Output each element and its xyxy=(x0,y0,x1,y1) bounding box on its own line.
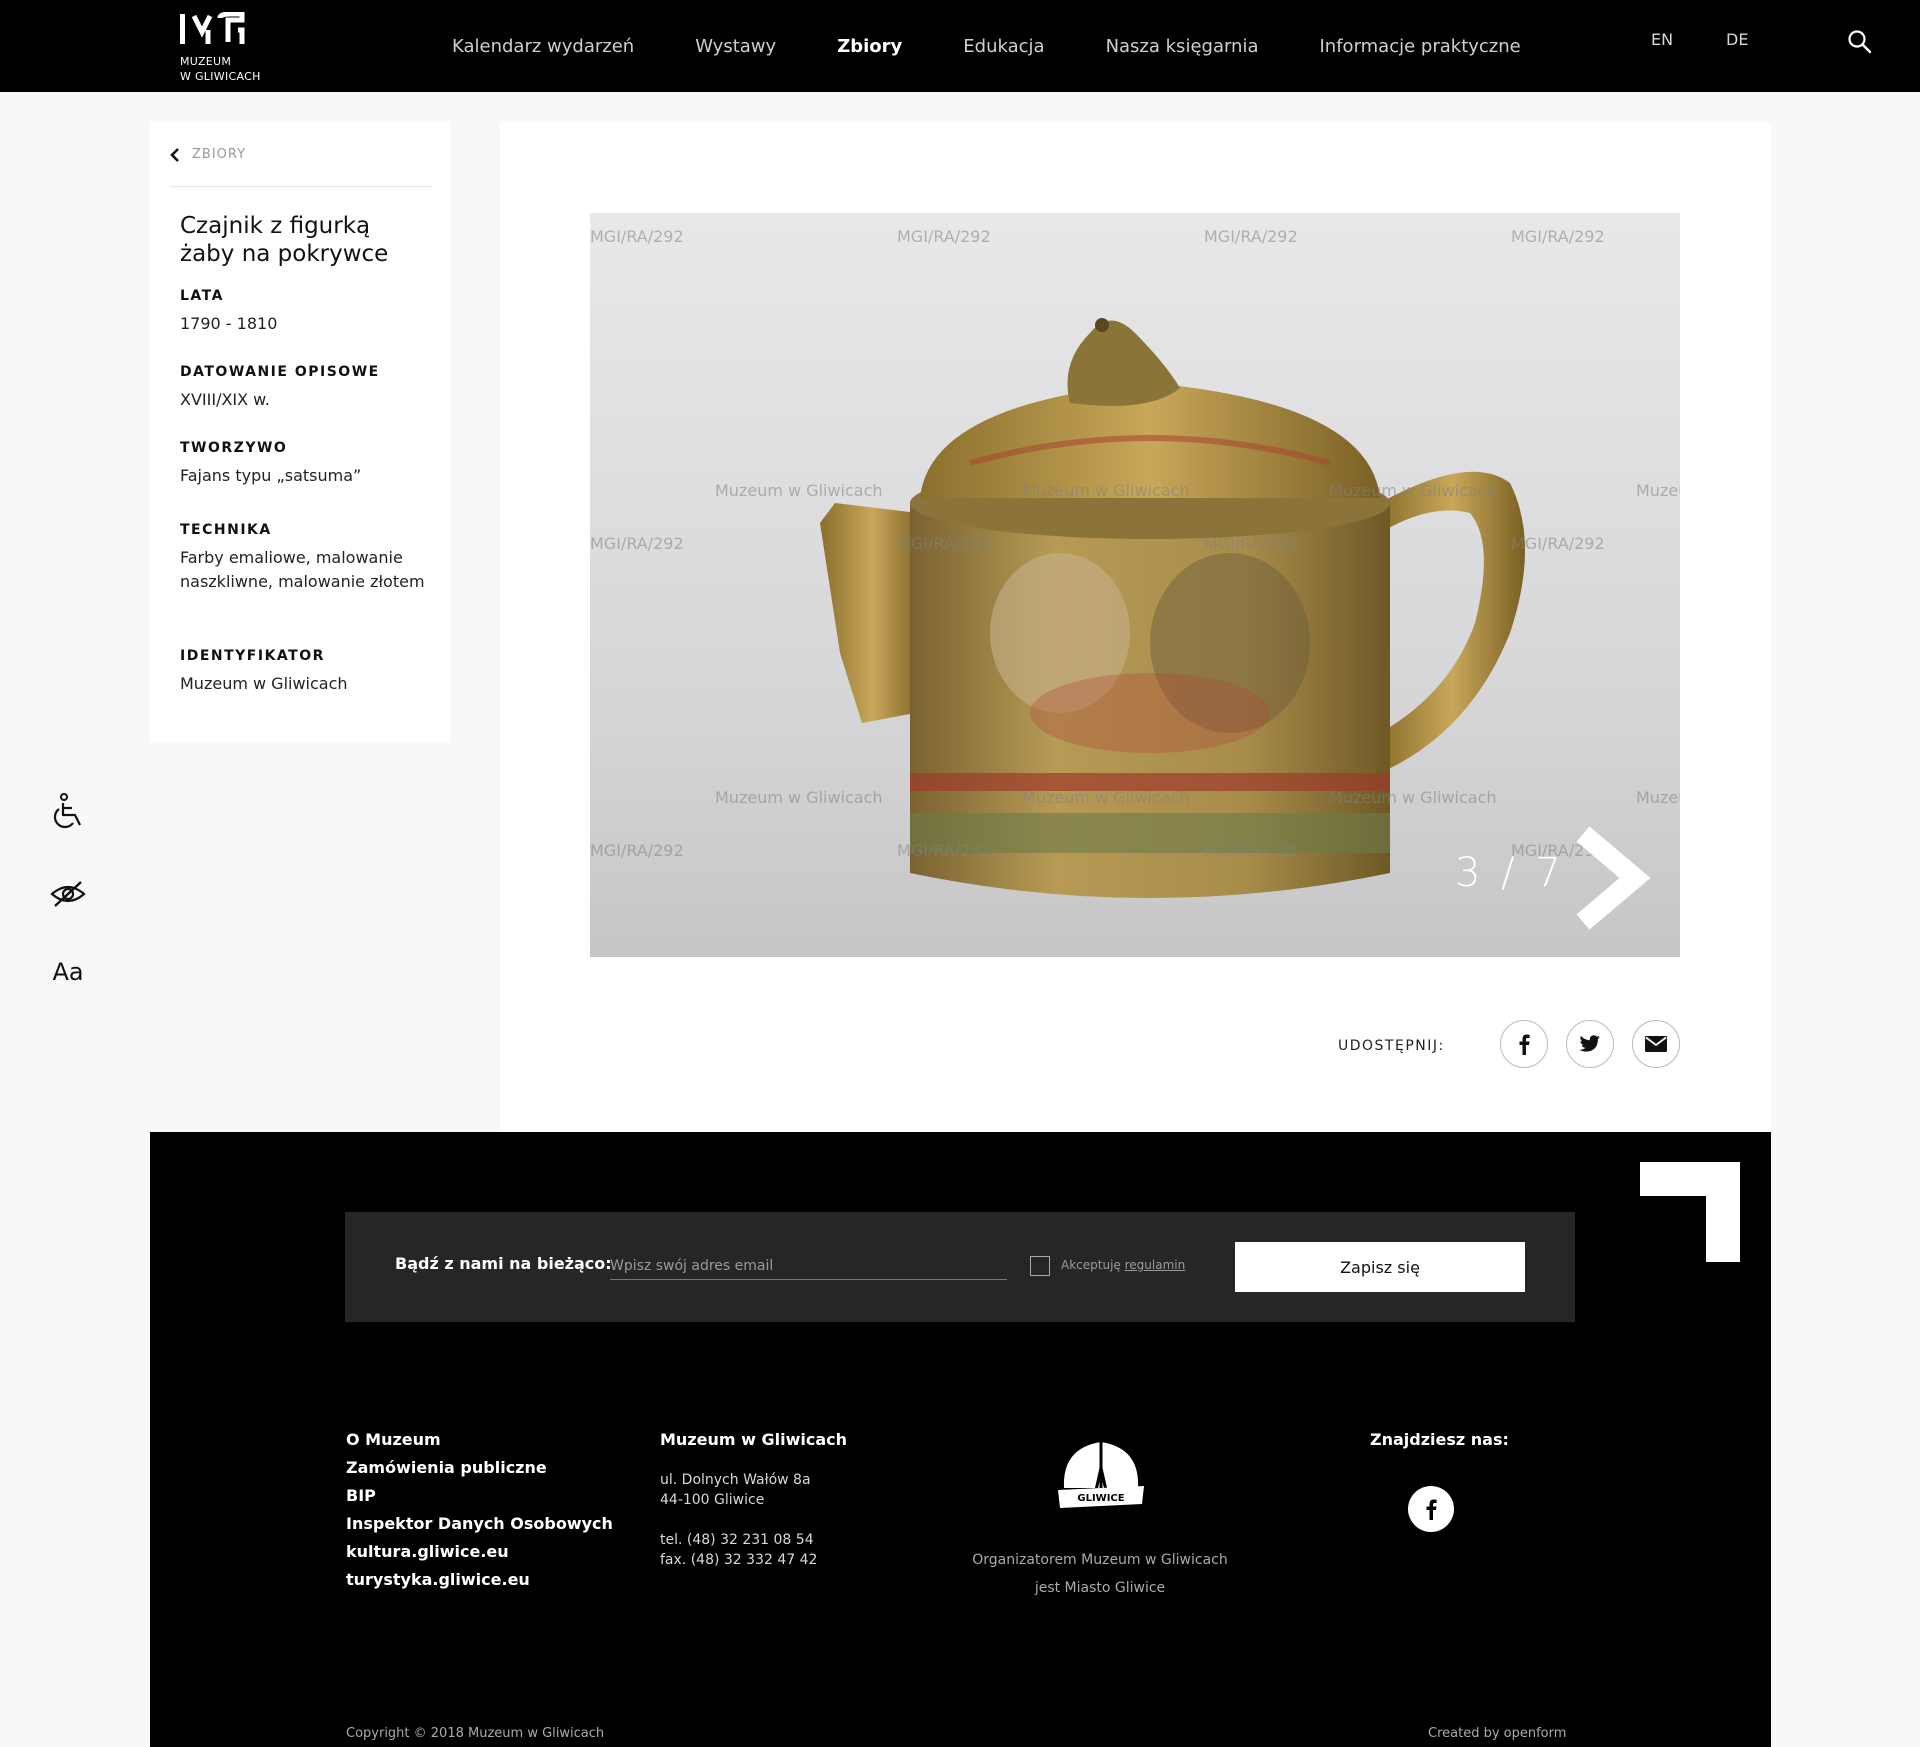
footer-phone: tel. (48) 32 231 08 54 xyxy=(660,1532,814,1548)
watermark: MGI/RA/292 xyxy=(1204,227,1298,246)
footer-link-turystyka[interactable]: turystyka.gliwice.eu xyxy=(346,1566,613,1594)
newsletter-label: Bądź z nami na bieżąco: xyxy=(395,1254,612,1273)
font-size-label: Aa xyxy=(52,958,84,986)
gliwice-city-logo[interactable]: GLIWICE xyxy=(1054,1428,1148,1522)
footer-fax: fax. (48) 32 332 47 42 xyxy=(660,1552,818,1568)
watermark: MGI/RA/292 xyxy=(1511,227,1605,246)
footer-link-bip[interactable]: BIP xyxy=(346,1482,613,1510)
footer-link-data-protection[interactable]: Inspektor Danych Osobowych xyxy=(346,1510,613,1538)
gliwice-logo-text: GLIWICE xyxy=(1077,1493,1124,1504)
nav-item-exhibitions[interactable]: Wystawy xyxy=(695,36,776,57)
meta-label: TWORZYWO xyxy=(180,440,288,456)
meta-identifier: IDENTYFIKATOR Muzeum w Gliwicach xyxy=(180,648,430,696)
back-label: ZBIORY xyxy=(192,147,247,162)
lang-en-link[interactable]: EN xyxy=(1651,30,1673,49)
share-email-button[interactable] xyxy=(1632,1020,1680,1068)
share-twitter-button[interactable] xyxy=(1566,1020,1614,1068)
watermark: Muzeum w Gliwicach xyxy=(1022,788,1190,807)
terms-link[interactable]: regulamin xyxy=(1125,1258,1186,1272)
nav-item-calendar[interactable]: Kalendarz wydarzeń xyxy=(452,36,634,57)
object-title: Czajnik z figurką żaby na pokrywce xyxy=(180,213,389,267)
accessibility-font-size-button[interactable]: Aa xyxy=(42,946,94,998)
watermark: MGI/RA/292 xyxy=(1204,534,1298,553)
meta-value: Farby emaliowe, malowanie naszkliwne, ma… xyxy=(180,548,425,591)
facebook-icon xyxy=(1426,1499,1437,1520)
footer-link-kultura[interactable]: kultura.gliwice.eu xyxy=(346,1538,613,1566)
footer-address: ul. Dolnych Wałów 8a 44-100 Gliwice xyxy=(660,1472,811,1508)
nav-item-education[interactable]: Edukacja xyxy=(963,36,1044,57)
watermark: MGI/RA/292 xyxy=(897,227,991,246)
watermark: Muzeum w Gliwicach xyxy=(715,788,883,807)
footer-copyright: Copyright © 2018 Muzeum w Gliwicach xyxy=(346,1726,605,1741)
site-header: MUZEUM W GLIWICACH Kalendarz wydarzeń Wy… xyxy=(0,0,1920,92)
lang-de-link[interactable]: DE xyxy=(1726,30,1748,49)
object-info-card: ZBIORY Czajnik z figurką żaby na pokrywc… xyxy=(150,122,450,742)
meta-material: TWORZYWO Fajans typu „satsuma” xyxy=(180,440,430,488)
nav-item-practical-info[interactable]: Informacje praktyczne xyxy=(1320,36,1521,57)
newsletter-submit-button[interactable]: Zapisz się xyxy=(1235,1242,1525,1292)
corner-mark-icon xyxy=(1640,1162,1740,1262)
footer-link-about[interactable]: O Muzeum xyxy=(346,1426,613,1454)
main-nav: Kalendarz wydarzeń Wystawy Zbiory Edukac… xyxy=(452,0,1582,92)
accessibility-contrast-button[interactable] xyxy=(42,868,94,920)
wheelchair-icon xyxy=(53,793,81,829)
watermark: MGI/RA/292 xyxy=(590,534,684,553)
watermark: MGI/RA/292 xyxy=(897,534,991,553)
eye-slash-icon xyxy=(50,881,86,907)
facebook-icon xyxy=(1519,1034,1530,1055)
meta-label: LATA xyxy=(180,288,224,304)
search-icon[interactable] xyxy=(1846,28,1874,56)
accessibility-wheelchair-button[interactable] xyxy=(42,786,94,838)
logo-text: MUZEUM W GLIWICACH xyxy=(180,55,261,83)
gallery-counter: 3 / 7 xyxy=(1455,850,1565,896)
nav-item-bookstore[interactable]: Nasza księgarnia xyxy=(1106,36,1259,57)
watermark: Muzeum w Gliwicach xyxy=(1329,481,1497,500)
footer-contact: tel. (48) 32 231 08 54 fax. (48) 32 332 … xyxy=(660,1530,817,1570)
meta-value: Muzeum w Gliwicach xyxy=(180,674,348,693)
watermark: MGI/RA/292 xyxy=(897,841,991,860)
email-icon xyxy=(1645,1036,1667,1052)
terms-checkbox-label: Akceptuję regulamin xyxy=(1061,1258,1186,1272)
footer-facebook-button[interactable] xyxy=(1408,1486,1454,1532)
newsletter-email-input[interactable] xyxy=(610,1252,1007,1280)
meta-value: 1790 - 1810 xyxy=(180,314,278,333)
footer-created-by-link[interactable]: Created by openform xyxy=(1428,1726,1566,1741)
meta-technique: TECHNIKA Farby emaliowe, malowanie naszk… xyxy=(180,522,430,594)
watermark: Muzeum w Gliwicach xyxy=(1636,788,1680,807)
footer-find-us-label: Znajdziesz nas: xyxy=(1370,1430,1509,1449)
watermark: MGI/RA/292 xyxy=(1204,841,1298,860)
footer-link-public-orders[interactable]: Zamówienia publiczne xyxy=(346,1454,613,1482)
watermark: Muzeum w Gliwicach xyxy=(1636,481,1680,500)
meta-value: Fajans typu „satsuma” xyxy=(180,466,362,485)
gallery-next-arrow-icon[interactable] xyxy=(1575,826,1655,930)
watermark: MGI/RA/292 xyxy=(1511,534,1605,553)
footer-links: O Muzeum Zamówienia publiczne BIP Inspek… xyxy=(346,1426,613,1594)
share-label: UDOSTĘPNIJ: xyxy=(1338,1038,1445,1054)
footer-organizer-text: Organizatorem Muzeum w Gliwicach jest Mi… xyxy=(972,1552,1228,1596)
twitter-icon xyxy=(1579,1035,1600,1052)
watermark: MGI/RA/292 xyxy=(590,841,684,860)
nav-item-collections[interactable]: Zbiory xyxy=(837,36,902,57)
terms-checkbox[interactable] xyxy=(1030,1256,1050,1276)
chevron-left-icon xyxy=(170,147,179,162)
meta-years: LATA 1790 - 1810 xyxy=(180,288,430,336)
watermark: Muzeum w Gliwicach xyxy=(1022,481,1190,500)
back-to-collections-link[interactable]: ZBIORY xyxy=(170,147,246,162)
meta-dating: DATOWANIE OPISOWE XVIII/XIX w. xyxy=(180,364,430,412)
watermark: Muzeum w Gliwicach xyxy=(715,481,883,500)
watermark: MGI/RA/292 xyxy=(590,227,684,246)
meta-label: TECHNIKA xyxy=(180,522,272,538)
meta-label: IDENTYFIKATOR xyxy=(180,648,325,664)
logo-mark-icon xyxy=(180,12,245,44)
meta-value: XVIII/XIX w. xyxy=(180,390,270,409)
museum-logo[interactable]: MUZEUM W GLIWICACH xyxy=(180,12,280,84)
watermark: Muzeum w Gliwicach xyxy=(1329,788,1497,807)
footer-museum-title: Muzeum w Gliwicach xyxy=(660,1430,847,1449)
card-divider xyxy=(170,186,432,187)
meta-label: DATOWANIE OPISOWE xyxy=(180,364,380,380)
share-facebook-button[interactable] xyxy=(1500,1020,1548,1068)
image-gallery[interactable]: MGI/RA/292 MGI/RA/292 MGI/RA/292 MGI/RA/… xyxy=(590,213,1680,957)
